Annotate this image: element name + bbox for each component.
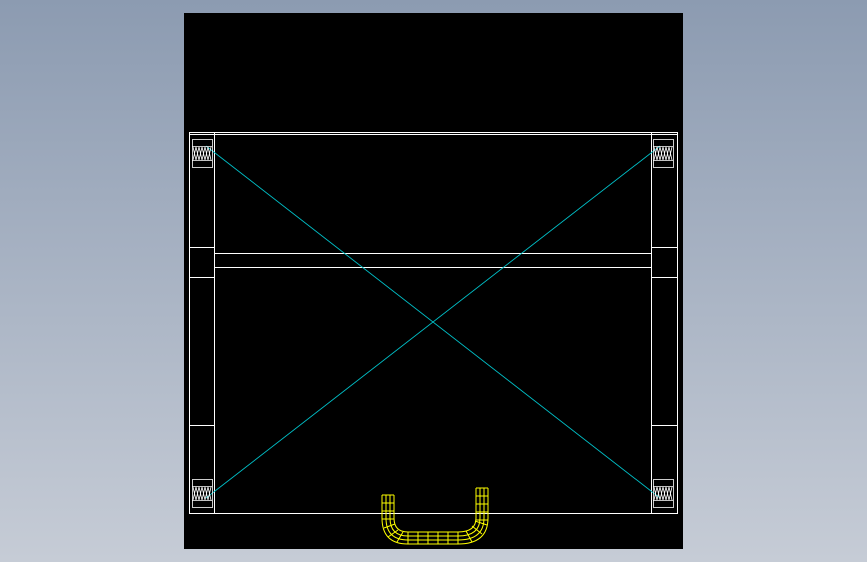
cross-diagonals <box>205 145 661 499</box>
handle-wire-segments <box>382 495 488 544</box>
handle-inner-contour <box>393 488 477 533</box>
handle-contour <box>389 488 481 537</box>
spring-symbol-bottom-left <box>192 479 213 508</box>
spring-symbol-bottom-right <box>653 479 674 508</box>
cad-viewport[interactable] <box>184 13 683 549</box>
spring-symbol-top-left <box>192 139 213 168</box>
left-post <box>189 132 215 514</box>
right-post <box>651 132 677 514</box>
cad-drawing <box>189 132 678 545</box>
handle <box>381 487 489 545</box>
horizontal-rail <box>214 253 651 268</box>
spring-symbol-top-right <box>653 139 674 168</box>
